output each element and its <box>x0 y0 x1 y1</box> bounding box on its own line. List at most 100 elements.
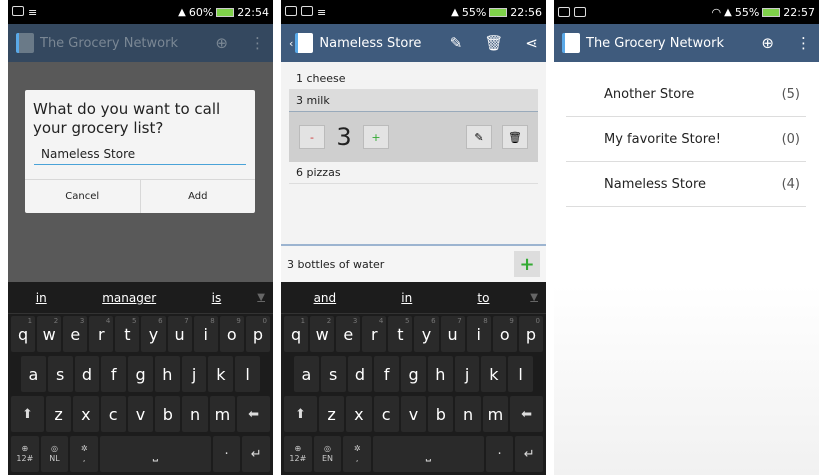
edit-pencil-icon[interactable]: ✎ <box>450 34 463 52</box>
key-f[interactable]: f <box>101 356 127 392</box>
key-l[interactable]: l <box>235 356 261 392</box>
suggestion-word[interactable]: in <box>401 291 412 305</box>
symbols-key[interactable]: ⊕ 12# <box>284 436 312 472</box>
backspace-key[interactable]: ⬅ <box>237 396 270 432</box>
trash-icon[interactable]: 🗑 <box>484 34 503 52</box>
key-a[interactable]: a <box>294 356 319 392</box>
key-t[interactable]: 5t <box>388 316 413 352</box>
key-y[interactable]: 6y <box>414 316 439 352</box>
suggestion-word[interactable]: and <box>314 291 337 305</box>
increment-button[interactable]: + <box>363 125 389 149</box>
key-n[interactable]: n <box>455 396 481 432</box>
key-o[interactable]: 9o <box>492 316 517 352</box>
key-d[interactable]: d <box>347 356 373 392</box>
store-row[interactable]: Another Store (5) <box>566 72 806 117</box>
backspace-key[interactable]: ⬅ <box>510 396 543 432</box>
decrement-button[interactable]: - <box>299 125 325 149</box>
key-w[interactable]: 2w <box>310 316 335 352</box>
suggestion-word[interactable]: manager <box>102 291 156 305</box>
key-i[interactable]: 8i <box>466 316 491 352</box>
space-key[interactable]: ⎵ <box>373 436 484 472</box>
expand-suggestions-icon[interactable]: ▼ <box>257 292 265 303</box>
space-key[interactable]: ⎵ <box>100 436 211 472</box>
enter-key[interactable]: ↵ <box>242 436 271 472</box>
key-t[interactable]: 5t <box>115 316 140 352</box>
add-icon[interactable]: ⊕ <box>215 34 228 52</box>
key-g[interactable]: g <box>128 356 153 392</box>
key-u[interactable]: 7u <box>167 316 192 352</box>
list-item[interactable]: 1 cheese <box>289 68 538 90</box>
language-key[interactable]: ◎ EN <box>313 436 342 472</box>
key-a[interactable]: a <box>21 356 46 392</box>
key-c[interactable]: c <box>373 396 399 432</box>
key-h[interactable]: h <box>154 356 180 392</box>
key-p[interactable]: 0p <box>518 316 543 352</box>
period-key[interactable]: · <box>485 436 514 472</box>
language-key[interactable]: ◎ NL <box>40 436 69 472</box>
suggestion-word[interactable]: is <box>212 291 222 305</box>
add-item-button[interactable]: + <box>514 251 540 277</box>
comma-key[interactable]: ✲, <box>343 436 372 472</box>
shift-key[interactable]: ⬆ <box>284 396 317 432</box>
key-d[interactable]: d <box>74 356 100 392</box>
key-w[interactable]: 2w <box>37 316 62 352</box>
comma-key[interactable]: ✲, <box>70 436 99 472</box>
add-icon[interactable]: ⊕ <box>761 34 774 52</box>
key-f[interactable]: f <box>374 356 400 392</box>
new-item-input[interactable]: 3 bottles of water <box>287 258 384 271</box>
key-z[interactable]: z <box>45 396 72 432</box>
app-icon[interactable] <box>295 33 314 53</box>
key-e[interactable]: 3e <box>336 316 361 352</box>
key-b[interactable]: b <box>155 396 181 432</box>
key-c[interactable]: c <box>100 396 126 432</box>
key-q[interactable]: 1q <box>284 316 309 352</box>
key-q[interactable]: 1q <box>11 316 36 352</box>
key-n[interactable]: n <box>182 396 208 432</box>
key-g[interactable]: g <box>401 356 426 392</box>
add-button[interactable]: Add <box>139 180 256 213</box>
period-key[interactable]: · <box>212 436 241 472</box>
key-v[interactable]: v <box>400 396 427 432</box>
key-x[interactable]: x <box>346 396 372 432</box>
key-u[interactable]: 7u <box>440 316 465 352</box>
enter-key[interactable]: ↵ <box>515 436 544 472</box>
list-name-input[interactable]: Nameless Store <box>34 144 246 165</box>
list-item-selected[interactable]: 3 milk <box>289 90 538 112</box>
key-z[interactable]: z <box>318 396 345 432</box>
key-k[interactable]: k <box>481 356 507 392</box>
key-m[interactable]: m <box>482 396 509 432</box>
key-s[interactable]: s <box>47 356 73 392</box>
key-v[interactable]: v <box>127 396 154 432</box>
key-h[interactable]: h <box>427 356 453 392</box>
key-j[interactable]: j <box>181 356 207 392</box>
key-r[interactable]: 4r <box>89 316 114 352</box>
list-item[interactable]: 6 pizzas <box>289 162 538 184</box>
edit-pencil-icon[interactable]: ✎ <box>466 125 492 149</box>
symbols-key[interactable]: ⊕ 12# <box>11 436 39 472</box>
expand-suggestions-icon[interactable]: ▼ <box>530 292 538 303</box>
key-e[interactable]: 3e <box>63 316 88 352</box>
share-icon[interactable]: ⋖ <box>525 34 538 52</box>
key-i[interactable]: 8i <box>193 316 218 352</box>
key-k[interactable]: k <box>208 356 234 392</box>
key-s[interactable]: s <box>320 356 346 392</box>
cancel-button[interactable]: Cancel <box>25 180 140 213</box>
suggestion-word[interactable]: in <box>36 291 47 305</box>
back-chevron-icon[interactable]: ‹ <box>289 37 293 50</box>
key-m[interactable]: m <box>209 396 236 432</box>
overflow-menu-icon[interactable]: ⋮ <box>796 34 811 52</box>
suggestion-word[interactable]: to <box>477 291 489 305</box>
key-x[interactable]: x <box>73 396 99 432</box>
key-y[interactable]: 6y <box>141 316 166 352</box>
key-p[interactable]: 0p <box>245 316 270 352</box>
key-b[interactable]: b <box>428 396 454 432</box>
key-j[interactable]: j <box>454 356 480 392</box>
trash-icon[interactable]: 🗑 <box>502 125 528 149</box>
shift-key[interactable]: ⬆ <box>11 396 44 432</box>
store-row[interactable]: My favorite Store! (0) <box>566 117 806 162</box>
store-row[interactable]: Nameless Store (4) <box>566 162 806 207</box>
overflow-menu-icon[interactable]: ⋮ <box>250 34 265 52</box>
key-r[interactable]: 4r <box>362 316 387 352</box>
key-l[interactable]: l <box>508 356 534 392</box>
key-o[interactable]: 9o <box>219 316 244 352</box>
